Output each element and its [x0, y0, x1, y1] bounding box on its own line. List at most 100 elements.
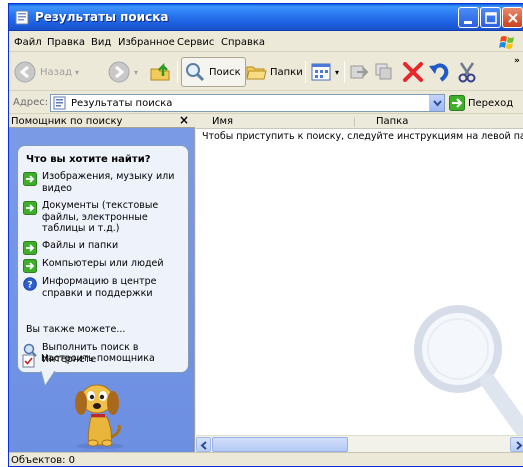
help-icon: ?	[23, 277, 37, 291]
toolbar-separator	[344, 61, 345, 83]
windows-logo-icon	[499, 36, 514, 49]
menu-edit[interactable]: Правка	[47, 37, 85, 48]
search-results-window: Результаты поиска Файл Правка Вид Избран…	[8, 3, 523, 467]
menu-tools[interactable]: Сервис	[177, 37, 214, 48]
undo-button[interactable]	[427, 57, 451, 87]
horizontal-scrollbar[interactable]	[196, 435, 523, 452]
toolbar-overflow-icon[interactable]: »	[514, 56, 520, 66]
search-button[interactable]: Поиск	[181, 57, 246, 87]
delete-button[interactable]	[401, 57, 425, 87]
move-to-button[interactable]	[348, 57, 370, 87]
green-arrow-icon	[23, 172, 37, 186]
option-media[interactable]: Изображения, музыку или видео	[23, 171, 182, 194]
search-label: Поиск	[209, 66, 241, 78]
green-arrow-icon	[23, 201, 37, 215]
option-help-center-label: Информацию в центре справки и поддержки	[42, 276, 157, 299]
go-button[interactable]: Переход	[449, 94, 513, 112]
option-customize-assistant[interactable]: Настроить помощника	[22, 353, 181, 368]
up-folder-icon	[150, 62, 170, 81]
views-icon	[311, 63, 331, 81]
cut-button[interactable]	[455, 57, 479, 87]
views-button[interactable]: ▾	[310, 57, 339, 87]
search-hint-text: Чтобы приступить к поиску, следуйте инст…	[202, 131, 523, 142]
close-icon	[508, 13, 518, 23]
minimize-button[interactable]	[458, 7, 479, 28]
green-arrow-icon	[23, 259, 37, 273]
folders-label: Папки	[270, 66, 303, 78]
option-documents-label: Документы (текстовые файлы, электронные …	[42, 200, 159, 234]
scroll-left-button[interactable]	[196, 437, 211, 452]
chevron-right-icon	[516, 441, 523, 450]
menu-favorites[interactable]: Избранное	[118, 37, 175, 48]
option-computers-people-label: Компьютеры или людей	[42, 258, 164, 269]
search-icon	[186, 63, 205, 82]
standard-toolbar: Назад ▾ ▾ Поиск Папки ▾ »	[9, 53, 523, 91]
window-title: Результаты поиска	[35, 10, 169, 24]
menu-help[interactable]: Справка	[221, 37, 265, 48]
back-button[interactable]: Назад ▾	[13, 57, 79, 87]
folders-button[interactable]: Папки	[245, 57, 303, 87]
also-label: Вы также можете...	[26, 324, 126, 335]
assistant-question: Что вы хотите найти?	[26, 154, 151, 165]
back-arrow-icon	[14, 61, 36, 83]
checklist-icon	[22, 354, 35, 368]
bubble-tail	[40, 371, 56, 387]
menu-view[interactable]: Вид	[91, 37, 111, 48]
toolbar-separator	[177, 61, 178, 83]
go-label: Переход	[468, 97, 514, 109]
close-window-button[interactable]	[502, 7, 523, 28]
address-dropdown-button[interactable]	[429, 95, 444, 111]
copy-to-icon	[375, 63, 392, 80]
forward-dropdown-icon[interactable]: ▾	[134, 68, 138, 77]
menu-file[interactable]: Файл	[14, 37, 42, 48]
close-icon[interactable]: ×	[179, 113, 189, 127]
option-files-folders[interactable]: Файлы и папки	[23, 240, 182, 255]
folders-icon	[246, 66, 267, 80]
assistant-title: Помощник по поиску	[11, 116, 123, 127]
option-customize-assistant-label: Настроить помощника	[41, 353, 155, 364]
title-bar[interactable]: Результаты поиска	[9, 4, 523, 31]
forward-button[interactable]: ▾	[107, 57, 138, 87]
results-pane: Имя Папка Чтобы приступить к поиску, сле…	[196, 115, 523, 452]
move-to-icon	[350, 65, 369, 79]
menu-bar: Файл Правка Вид Избранное Сервис Справка	[9, 32, 523, 52]
option-files-folders-label: Файлы и папки	[42, 240, 119, 251]
column-name[interactable]: Имя	[212, 116, 233, 127]
go-arrow-icon	[449, 95, 465, 111]
toolbar-separator	[305, 61, 306, 83]
address-input[interactable]: Результаты поиска	[50, 94, 445, 112]
search-assistant-panel: Помощник по поиску × Что вы хотите найти…	[9, 113, 195, 452]
copy-to-button[interactable]	[373, 57, 395, 87]
address-value: Результаты поиска	[71, 98, 173, 109]
search-window-icon	[15, 10, 29, 25]
back-label: Назад	[40, 66, 73, 78]
option-help-center[interactable]: ? Информацию в центре справки и поддержк…	[23, 276, 182, 299]
views-dropdown-icon[interactable]: ▾	[335, 68, 339, 77]
status-text: Объектов: 0	[11, 455, 76, 466]
search-dog-icon[interactable]	[67, 377, 133, 449]
option-computers-people[interactable]: Компьютеры или людей	[23, 258, 182, 273]
column-folder[interactable]: Папка	[376, 116, 408, 127]
assistant-header: Помощник по поиску ×	[9, 113, 195, 128]
forward-arrow-icon	[108, 61, 130, 83]
status-bar: Объектов: 0	[9, 452, 523, 466]
green-arrow-icon	[23, 241, 37, 255]
back-dropdown-icon[interactable]: ▾	[75, 68, 79, 77]
maximize-button[interactable]	[480, 7, 501, 28]
option-documents[interactable]: Документы (текстовые файлы, электронные …	[23, 200, 182, 235]
up-folder-button[interactable]	[149, 57, 173, 87]
scroll-right-button[interactable]	[510, 437, 523, 452]
maximize-icon	[485, 12, 497, 24]
scroll-thumb[interactable]	[212, 437, 348, 452]
address-label: Адрес:	[13, 97, 49, 108]
delete-x-icon	[403, 62, 423, 82]
address-bar: Адрес: Результаты поиска Переход	[9, 92, 523, 114]
scissors-icon	[458, 62, 476, 83]
column-header: Имя Папка	[196, 115, 523, 129]
svg-text:?: ?	[27, 281, 32, 291]
minimize-icon	[464, 21, 472, 24]
option-media-label: Изображения, музыку или видео	[42, 171, 175, 194]
search-results-folder-icon	[53, 96, 66, 110]
column-separator[interactable]	[354, 117, 355, 127]
chevron-left-icon	[200, 441, 207, 450]
